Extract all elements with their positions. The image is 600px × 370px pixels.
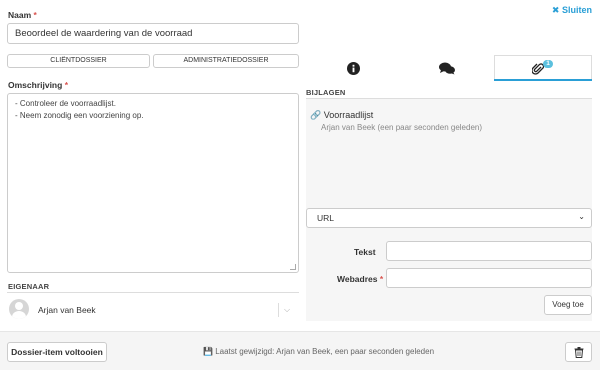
name-input-value: Beoordeel de waardering van de voorraad [15,28,193,39]
info-icon [346,61,360,75]
attachments-count-badge: 1 [543,59,553,68]
admin-dossier-button[interactable]: ADMINISTRATIEDOSSIER [153,54,299,68]
description-label: Omschrijving * [8,80,69,90]
attachment-title: Voorraadlijst [323,110,374,120]
active-tab-indicator [494,79,592,81]
complete-item-button[interactable]: Dossier-item voltooien [7,342,107,362]
tab-comments[interactable] [400,55,494,81]
owner-divider [7,292,299,293]
close-icon: ✖ [551,5,560,15]
url-input[interactable] [386,268,592,288]
last-modified: 💾 Laatst gewijzigd: Arjan van Beek, een … [203,347,435,356]
description-line: - Controleer de voorraadlijst. [15,99,116,108]
description-textarea[interactable]: - Controleer de voorraadlijst. - Neem zo… [7,93,299,273]
link-icon: 🔗 [310,110,322,120]
owner-heading: EIGENAAR [8,282,50,291]
attachments-heading: BIJLAGEN [306,88,346,97]
name-input[interactable]: Beoordeel de waardering van de voorraad [7,23,299,44]
chevron-down-icon: ⌄ [578,212,585,221]
delete-button[interactable] [565,342,592,362]
tab-attachments[interactable]: 1 [494,55,592,81]
avatar [9,299,29,319]
description-line: - Neem zonodig een voorziening op. [15,111,144,120]
add-attachment-button[interactable]: Voeg toe [544,295,592,315]
close-link[interactable]: ✖ Sluiten [552,5,592,16]
client-dossier-button[interactable]: CLIËNTDOSSIER [7,54,150,68]
name-label: Naam * [8,10,37,20]
tab-bar: 1 [306,55,592,83]
attachment-item[interactable]: 🔗 Voorraadlijst [310,110,373,121]
comments-icon [439,62,455,74]
text-label: Tekst [354,247,376,257]
resize-handle-icon[interactable] [290,264,296,270]
owner-name: Arjan van Beek [38,305,96,315]
text-input[interactable] [386,241,592,261]
tab-info[interactable] [306,55,400,81]
trash-icon [574,346,583,358]
close-label: Sluiten [561,5,592,15]
save-icon: 💾 [203,347,213,356]
url-label: Webadres * [337,274,384,284]
attachment-meta: Arjan van Beek (een paar seconden gelede… [321,123,482,132]
chevron-down-icon[interactable]: ⌵ [284,305,290,315]
owner-select-separator [278,303,279,317]
attachment-type-select[interactable]: URL ⌄ [306,208,592,228]
